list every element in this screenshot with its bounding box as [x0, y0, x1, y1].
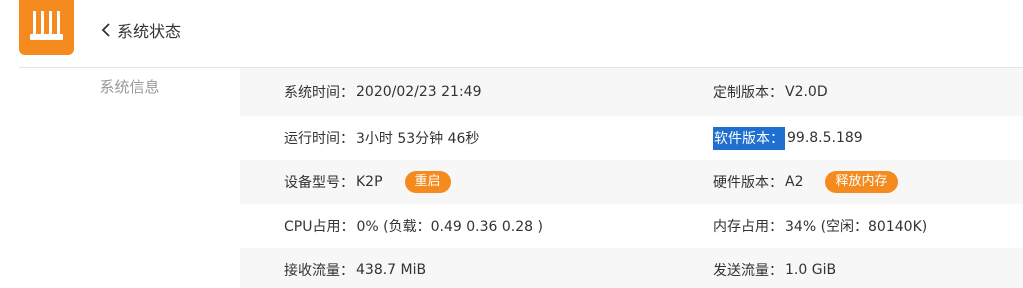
received-traffic-label: 接收流量：: [284, 263, 354, 279]
info-row: 运行时间： 3小时 53分钟 46秒 软件版本： 99.8.5.189: [240, 116, 1023, 160]
sidebar: 系统信息: [19, 68, 240, 288]
page-title: 系统状态: [117, 22, 182, 41]
sent-traffic-value: 1.0 GiB: [785, 262, 837, 278]
custom-version-label: 定制版本：: [713, 85, 783, 101]
device-model-label: 设备型号：: [284, 175, 354, 191]
sent-traffic-label: 发送流量：: [713, 263, 783, 279]
info-row: 系统时间： 2020/02/23 21:49 定制版本： V2.0D: [240, 68, 1023, 116]
sidebar-item-system-info[interactable]: 系统信息: [19, 76, 240, 97]
software-version-label: 软件版本：: [713, 126, 785, 150]
hardware-version-value: A2: [785, 174, 804, 190]
memory-usage-field: 内存占用： 34% (空闲：80140K): [713, 204, 927, 248]
sent-traffic-field: 发送流量： 1.0 GiB: [713, 248, 836, 288]
received-traffic-value: 438.7 MiB: [356, 262, 427, 278]
received-traffic-field: 接收流量： 438.7 MiB: [284, 248, 426, 288]
info-row: 设备型号： K2P 重启 硬件版本： A2 释放内存: [240, 160, 1023, 204]
system-time-label: 系统时间：: [284, 85, 354, 101]
custom-version-value: V2.0D: [785, 84, 828, 100]
back-button[interactable]: 系统状态: [98, 17, 181, 43]
software-version-field: 软件版本： 99.8.5.189: [713, 116, 863, 160]
hardware-version-label: 硬件版本：: [713, 175, 783, 191]
system-time-field: 系统时间： 2020/02/23 21:49: [284, 68, 482, 116]
software-version-value: 99.8.5.189: [787, 130, 863, 146]
router-admin-page: 系统状态 系统信息 系统时间： 2020/02/23 21:49 定制版本： V…: [0, 0, 1023, 288]
memory-usage-value: 34% (空闲：80140K): [785, 219, 928, 235]
device-model-field: 设备型号： K2P 重启: [284, 160, 451, 204]
router-logo: [19, 0, 74, 55]
system-info-table: 系统时间： 2020/02/23 21:49 定制版本： V2.0D 运行时间：…: [240, 68, 1023, 288]
router-icon: [30, 11, 63, 40]
uptime-value: 3小时 53分钟 46秒: [356, 131, 480, 147]
hardware-version-field: 硬件版本： A2 释放内存: [713, 160, 898, 204]
custom-version-field: 定制版本： V2.0D: [713, 68, 828, 116]
info-row: 接收流量： 438.7 MiB 发送流量： 1.0 GiB: [240, 248, 1023, 288]
cpu-usage-field: CPU占用： 0% (负载：0.49 0.36 0.28 ): [284, 204, 543, 248]
reboot-button[interactable]: 重启: [404, 171, 451, 193]
uptime-field: 运行时间： 3小时 53分钟 46秒: [284, 116, 479, 160]
device-model-value: K2P: [356, 174, 383, 190]
cpu-usage-label: CPU占用：: [284, 219, 355, 235]
chevron-left-icon: [101, 23, 110, 37]
cpu-usage-value: 0% (负载：0.49 0.36 0.28 ): [356, 219, 543, 235]
uptime-label: 运行时间：: [284, 131, 354, 147]
system-time-value: 2020/02/23 21:49: [356, 84, 482, 100]
info-row: CPU占用： 0% (负载：0.49 0.36 0.28 ) 内存占用： 34%…: [240, 204, 1023, 248]
memory-usage-label: 内存占用：: [713, 219, 783, 235]
release-memory-button[interactable]: 释放内存: [825, 171, 898, 193]
